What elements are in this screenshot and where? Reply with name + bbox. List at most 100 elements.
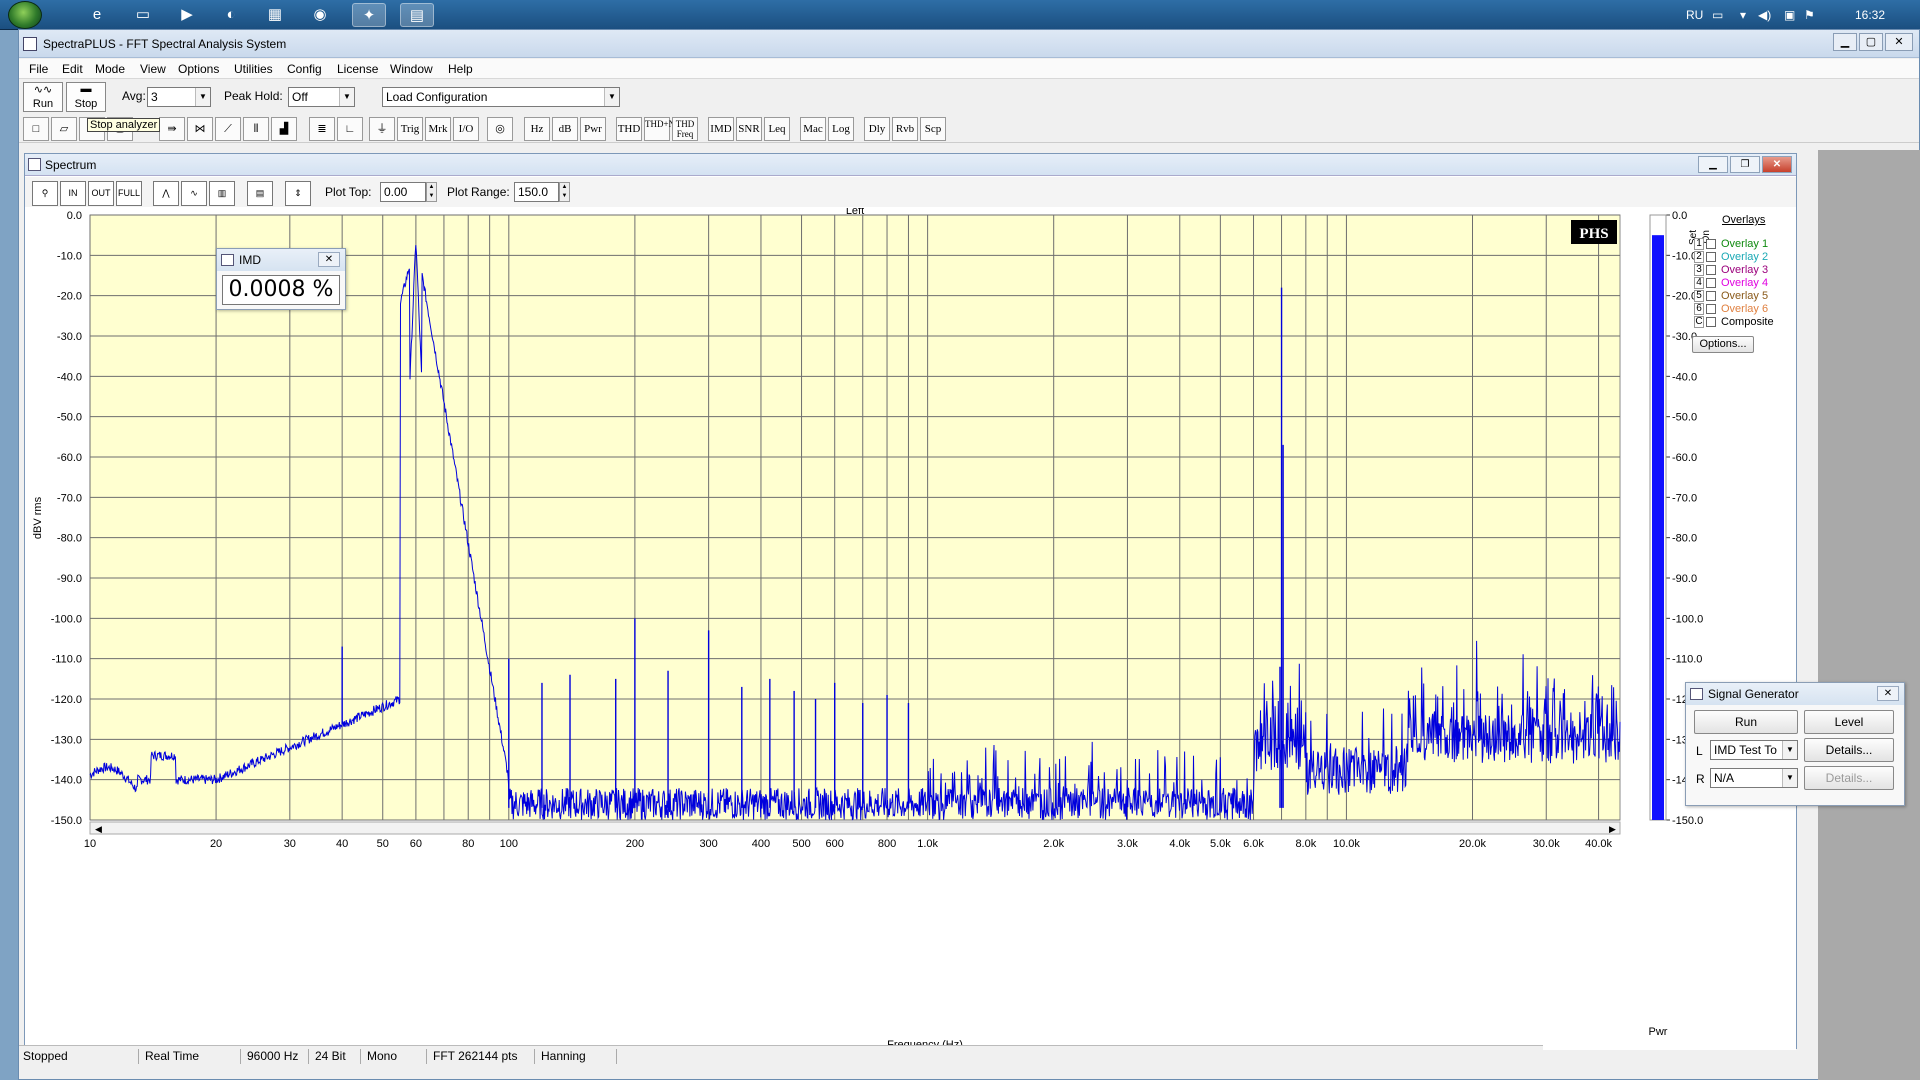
mrk-button[interactable]: Mrk (425, 117, 451, 141)
start-button[interactable] (8, 1, 42, 29)
imd-button[interactable]: IMD (708, 117, 734, 141)
menu-window[interactable]: Window (390, 62, 433, 76)
line-plot-icon[interactable]: ∿ (181, 181, 207, 206)
right-details-button[interactable]: Details... (1804, 766, 1894, 790)
signal-generator-window[interactable]: Signal Generator ✕ Run Level L IMD Test T… (1685, 682, 1905, 806)
media-player-icon[interactable]: ▶ (170, 3, 204, 27)
calculator-icon[interactable]: ▦ (258, 3, 292, 27)
overlay-row[interactable]: C Composite (1692, 316, 1796, 329)
spectrum-restore-button[interactable]: ❐ (1730, 156, 1760, 173)
audio-app-icon[interactable]: ◐ (214, 3, 248, 27)
spectrogram-icon[interactable]: ⫴ (243, 117, 269, 141)
overlay-row[interactable]: 3 Overlay 3 (1692, 264, 1796, 277)
action-center-icon[interactable]: ⚑ (1804, 8, 1815, 22)
zoom-full-icon[interactable]: FULL (116, 181, 142, 206)
new-file-icon[interactable]: □ (23, 117, 49, 141)
signal-level-button[interactable]: Level (1804, 710, 1894, 734)
signal-run-button[interactable]: Run (1694, 710, 1798, 734)
right-signal-select[interactable]: N/A ▼ (1710, 768, 1798, 788)
overlay-set-button[interactable]: C (1694, 316, 1704, 328)
load-configuration-select[interactable]: Load Configuration ▼ (382, 87, 620, 107)
rvb-button[interactable]: Rvb (892, 117, 918, 141)
bar-plot-icon[interactable]: ▥ (209, 181, 235, 206)
overlay-checkbox[interactable] (1706, 317, 1716, 327)
spectrum-minimize-button[interactable]: ▁ (1698, 156, 1728, 173)
spectraplus-taskbar-icon[interactable]: ▤ (400, 3, 434, 27)
menu-view[interactable]: View (140, 62, 166, 76)
overlay-set-button[interactable]: 4 (1694, 277, 1704, 289)
zoom-in-2x-icon[interactable]: IN (60, 181, 86, 206)
overlay-set-button[interactable]: 2 (1694, 251, 1704, 263)
overlays-header[interactable]: Overlays (1722, 214, 1765, 226)
folder-icon[interactable]: ▭ (126, 3, 160, 27)
menu-mode[interactable]: Mode (95, 62, 125, 76)
overlay-row[interactable]: 5 Overlay 5 (1692, 290, 1796, 303)
zoom-icon[interactable]: ⚲ (32, 181, 58, 206)
open-file-icon[interactable]: ▱ (51, 117, 77, 141)
mac-button[interactable]: Mac (800, 117, 826, 141)
taskbar-app-icon[interactable]: ✦ (352, 3, 386, 27)
imd-readout[interactable]: IMD ✕ 0.0008 % (216, 248, 346, 310)
left-signal-select[interactable]: IMD Test To ▼ (1710, 740, 1798, 760)
tray-expand-icon[interactable]: ▾ (1740, 8, 1746, 22)
overlay-checkbox[interactable] (1706, 265, 1716, 275)
thd-button[interactable]: THD (616, 117, 642, 141)
signal-generator-icon[interactable]: ◎ (487, 117, 513, 141)
thd-freq-button[interactable]: THD Freq (672, 117, 698, 141)
waveform-icon[interactable]: ⋈ (187, 117, 213, 141)
left-details-button[interactable]: Details... (1804, 738, 1894, 762)
hz-button[interactable]: Hz (524, 117, 550, 141)
overlay-row[interactable]: 6 Overlay 6 (1692, 303, 1796, 316)
scale-icon[interactable]: ⇕ (285, 181, 311, 206)
overlay-row[interactable]: 2 Overlay 2 (1692, 251, 1796, 264)
snr-button[interactable]: SNR (736, 117, 762, 141)
close-button[interactable]: ✕ (1885, 33, 1913, 51)
avg-select[interactable]: 3 ▼ (147, 87, 211, 107)
overlay-checkbox[interactable] (1706, 252, 1716, 262)
overlay-set-button[interactable]: 6 (1694, 303, 1704, 315)
menu-edit[interactable]: Edit (62, 62, 83, 76)
plot-top-input[interactable]: 0.00 ▲ ▼ (380, 182, 437, 202)
overlay-row[interactable]: 1 Overlay 1 (1692, 238, 1796, 251)
log-button[interactable]: Log (828, 117, 854, 141)
maximize-button[interactable]: ▢ (1859, 33, 1883, 51)
menu-license[interactable]: License (337, 62, 378, 76)
trigger-icon[interactable]: ⏚ (369, 117, 395, 141)
minimize-button[interactable]: ▁ (1833, 33, 1857, 51)
run-button[interactable]: ∿∿ Run (23, 82, 63, 112)
spinner-icon[interactable]: ▲ ▼ (559, 182, 570, 202)
horizontal-scrollbar[interactable] (89, 821, 1621, 835)
language-indicator[interactable]: RU (1686, 8, 1703, 22)
peak-hold-select[interactable]: Off ▼ (288, 87, 355, 107)
spectrum-close-button[interactable]: ✕ (1762, 156, 1792, 173)
volume-icon[interactable]: ◀) (1758, 8, 1771, 22)
overlay-set-button[interactable]: 1 (1694, 238, 1704, 250)
plot-range-input[interactable]: 150.0 ▲ ▼ (514, 182, 570, 202)
list-icon[interactable]: ≣ (309, 117, 335, 141)
overlay-set-button[interactable]: 3 (1694, 264, 1704, 276)
fast-forward-icon[interactable]: ⇛ (159, 117, 185, 141)
grid-settings-icon[interactable]: ▤ (247, 181, 273, 206)
scroll-right-icon[interactable]: ▶ (1609, 825, 1616, 835)
ie-icon[interactable]: e (80, 3, 114, 27)
peak-icon[interactable]: ⋀ (153, 181, 179, 206)
spectrum-plot[interactable]: 10 20 30 40 50 60 80 100 200 300 400 500 600 800 1.0k 2… (25, 208, 1796, 1050)
pwr-button[interactable]: Pwr (580, 117, 606, 141)
db-button[interactable]: dB (552, 117, 578, 141)
scroll-left-icon[interactable]: ◀ (95, 825, 102, 835)
imd-close-button[interactable]: ✕ (318, 252, 340, 267)
dly-button[interactable]: Dly (864, 117, 890, 141)
menu-utilities[interactable]: Utilities (234, 62, 273, 76)
overlay-checkbox[interactable] (1706, 304, 1716, 314)
clock[interactable]: 16:32 (1855, 8, 1885, 22)
keyboard-icon[interactable]: ▭ (1712, 8, 1723, 22)
axis-icon[interactable]: ∟ (337, 117, 363, 141)
overlay-checkbox[interactable] (1706, 239, 1716, 249)
overlay-row[interactable]: 4 Overlay 4 (1692, 277, 1796, 290)
overlay-set-button[interactable]: 5 (1694, 290, 1704, 302)
scp-button[interactable]: Scp (920, 117, 946, 141)
network-icon[interactable]: ▣ (1784, 8, 1795, 22)
ramp-icon[interactable]: ⟋ (215, 117, 241, 141)
zoom-out-2x-icon[interactable]: OUT (88, 181, 114, 206)
menu-file[interactable]: File (29, 62, 48, 76)
